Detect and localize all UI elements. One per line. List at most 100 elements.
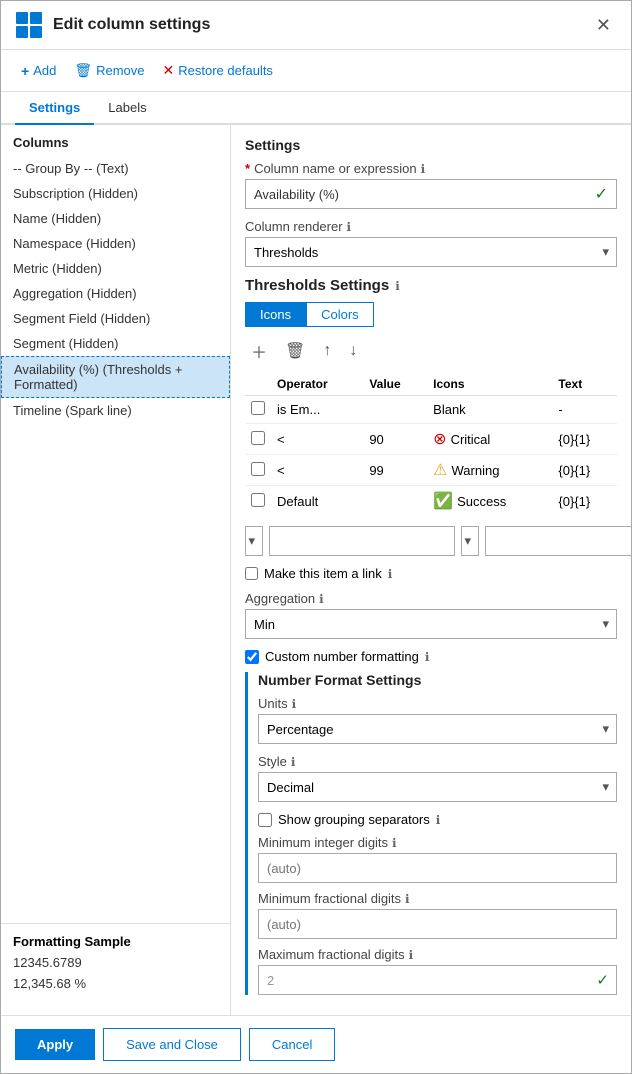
tab-labels[interactable]: Labels <box>94 92 160 125</box>
thresholds-settings-title: Thresholds Settings <box>245 277 389 294</box>
tabs-bar: Settings Labels <box>1 92 631 125</box>
column-renderer-info[interactable]: ℹ <box>347 220 352 234</box>
row-text-input[interactable] <box>485 526 631 556</box>
column-name-info[interactable]: ℹ <box>421 162 426 176</box>
thresholds-header: Thresholds Settings ℹ <box>245 277 617 294</box>
make-link-checkbox[interactable] <box>245 567 258 580</box>
toggle-colors-button[interactable]: Colors <box>306 302 374 327</box>
row-checkbox[interactable] <box>251 462 265 476</box>
row-icon-dropdown-wrapper <box>461 526 479 556</box>
max-fraction-info[interactable]: ℹ <box>409 948 414 962</box>
list-item[interactable]: Subscription (Hidden) <box>1 181 230 206</box>
row-value <box>363 396 427 424</box>
row-value-input[interactable] <box>269 526 455 556</box>
warning-icon: ⚠ <box>433 460 447 480</box>
restore-icon: ✕ <box>163 62 175 79</box>
remove-button[interactable]: 🗑 Remove <box>68 58 150 83</box>
row-checkbox[interactable] <box>251 401 265 415</box>
list-item[interactable]: Metric (Hidden) <box>1 256 230 281</box>
row-checkbox[interactable] <box>251 431 265 445</box>
thresh-down-button[interactable]: ↓ <box>343 337 363 365</box>
min-fraction-label: Minimum fractional digits ℹ <box>258 891 617 906</box>
formatting-sample-title: Formatting Sample <box>13 934 218 949</box>
right-panel: Settings * Column name or expression ℹ A… <box>231 125 631 1015</box>
title-bar: Edit column settings ✕ <box>1 1 631 50</box>
min-fraction-info[interactable]: ℹ <box>405 892 410 906</box>
thresh-add-button[interactable]: ＋ <box>245 337 273 365</box>
tab-settings[interactable]: Settings <box>15 92 94 125</box>
dialog: Edit column settings ✕ + Add 🗑 Remove ✕ … <box>0 0 632 1074</box>
list-item[interactable]: Namespace (Hidden) <box>1 231 230 256</box>
max-fraction-check: ✓ <box>596 971 609 989</box>
grouping-label: Show grouping separators <box>278 812 430 827</box>
min-integer-input[interactable] <box>258 853 617 883</box>
custom-number-checkbox[interactable] <box>245 650 259 664</box>
grouping-checkbox[interactable] <box>258 813 272 827</box>
list-item[interactable]: Segment Field (Hidden) <box>1 306 230 331</box>
list-item[interactable]: Segment (Hidden) <box>1 331 230 356</box>
thresh-delete-button[interactable]: 🗑 <box>279 337 311 365</box>
icon-badge-success: ✅ Success <box>433 491 546 511</box>
row-checkbox[interactable] <box>251 493 265 507</box>
save-close-button[interactable]: Save and Close <box>103 1028 241 1061</box>
th-check <box>245 373 271 396</box>
units-label: Units ℹ <box>258 696 617 711</box>
required-star: * <box>245 161 250 176</box>
aggregation-label: Aggregation ℹ <box>245 591 617 606</box>
aggregation-dropdown-wrapper: Min <box>245 609 617 639</box>
thresh-toolbar: ＋ 🗑 ↑ ↓ <box>245 337 617 365</box>
formatting-value-1: 12345.6789 <box>13 953 218 974</box>
aggregation-info[interactable]: ℹ <box>319 592 324 606</box>
grouping-row: Show grouping separators ℹ <box>258 812 617 827</box>
table-row: < 90 ⊗ Critical {0}{1} <box>245 424 617 455</box>
dialog-title: Edit column settings <box>53 16 580 34</box>
column-name-input[interactable]: Availability (%) ✓ <box>245 179 617 209</box>
formatting-sample: Formatting Sample 12345.6789 12,345.68 % <box>1 923 230 1005</box>
apply-button[interactable]: Apply <box>15 1029 95 1060</box>
units-dropdown[interactable]: Percentage <box>258 714 617 744</box>
grouping-info[interactable]: ℹ <box>436 813 441 827</box>
row-text: - <box>552 396 617 424</box>
restore-button[interactable]: ✕ Restore defaults <box>157 58 279 83</box>
row-operator: Default <box>271 486 363 517</box>
row-text: {0}{1} <box>552 424 617 455</box>
make-link-label: Make this item a link <box>264 566 382 581</box>
list-item[interactable]: Timeline (Spark line) <box>1 398 230 423</box>
min-fraction-input[interactable] <box>258 909 617 939</box>
trash-icon: 🗑 <box>74 62 92 79</box>
toggle-group: Icons Colors <box>245 302 617 327</box>
columns-title: Columns <box>1 135 230 156</box>
units-info[interactable]: ℹ <box>292 697 297 711</box>
thresholds-info-icon[interactable]: ℹ <box>395 279 400 293</box>
min-integer-info[interactable]: ℹ <box>392 836 397 850</box>
style-info[interactable]: ℹ <box>291 755 296 769</box>
column-renderer-label: Column renderer ℹ <box>245 219 617 234</box>
column-renderer-dropdown[interactable]: Thresholds <box>245 237 617 267</box>
max-fraction-input[interactable] <box>258 965 617 995</box>
column-list: -- Group By -- (Text) Subscription (Hidd… <box>1 156 230 923</box>
thresh-up-button[interactable]: ↑ <box>317 337 337 365</box>
row-icon-dropdown[interactable] <box>461 526 479 556</box>
list-item[interactable]: Name (Hidden) <box>1 206 230 231</box>
close-button[interactable]: ✕ <box>590 13 617 38</box>
custom-number-info[interactable]: ℹ <box>425 650 430 664</box>
style-dropdown[interactable]: Decimal <box>258 772 617 802</box>
row-text: {0}{1} <box>552 486 617 517</box>
row-op-dropdown[interactable] <box>245 526 263 556</box>
row-operator: < <box>271 424 363 455</box>
row-operator: is Em... <box>271 396 363 424</box>
list-item-selected[interactable]: Availability (%) (Thresholds + Formatted… <box>1 356 230 398</box>
min-fraction-wrapper <box>258 909 617 939</box>
add-button[interactable]: + Add <box>15 59 62 83</box>
aggregation-dropdown[interactable]: Min <box>245 609 617 639</box>
list-item[interactable]: -- Group By -- (Text) <box>1 156 230 181</box>
cancel-button[interactable]: Cancel <box>249 1028 335 1061</box>
success-icon: ✅ <box>433 491 453 511</box>
make-link-info[interactable]: ℹ <box>388 567 393 581</box>
custom-number-label: Custom number formatting <box>265 649 419 664</box>
list-item[interactable]: Aggregation (Hidden) <box>1 281 230 306</box>
th-text: Text <box>552 373 617 396</box>
make-link-row: Make this item a link ℹ <box>245 566 617 581</box>
column-renderer-dropdown-wrapper: Thresholds <box>245 237 617 267</box>
toggle-icons-button[interactable]: Icons <box>245 302 306 327</box>
